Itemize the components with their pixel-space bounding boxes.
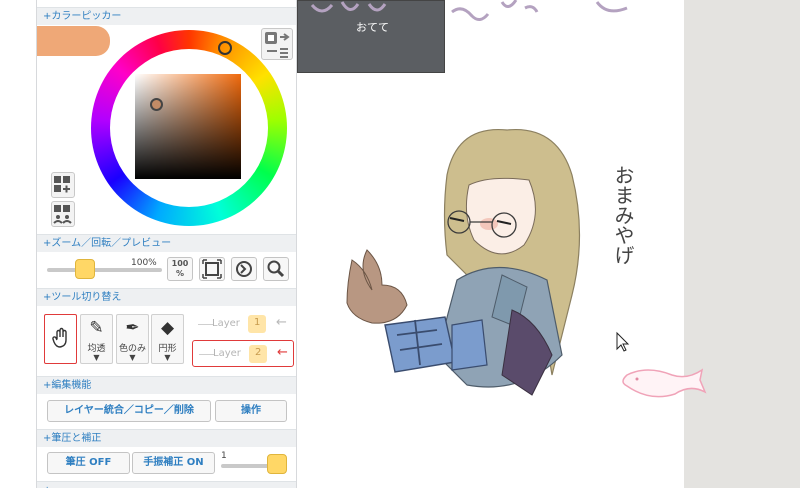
arrow-left-icon: ← [276, 315, 287, 330]
stabilizer-slider-thumb[interactable] [267, 454, 287, 474]
section-tool-switch[interactable]: +ツール切り替え [37, 288, 296, 306]
canvas-vertical-text: おまみやげ [606, 165, 635, 265]
tool-dropper[interactable]: ✒ 色のみ ▼ [116, 314, 149, 364]
layer-2-number: 2 [255, 347, 262, 358]
canvas-title: おまみやげ [611, 165, 635, 265]
fit-screen-icon [202, 259, 222, 279]
layer-1-label: Layer [212, 318, 240, 329]
operation-button[interactable]: 操作 [215, 400, 287, 422]
stabilizer-button[interactable]: 手振補正 ON [132, 452, 215, 474]
section-color-picker[interactable]: +カラーピッカー [37, 7, 296, 25]
chevron-down-icon: ▼ [93, 353, 100, 362]
tool-eraser[interactable]: ◆ 円形 ▼ [151, 314, 184, 364]
magnify-button[interactable] [263, 257, 289, 281]
left-gutter [0, 0, 36, 488]
zoom-slider-thumb[interactable] [75, 259, 95, 279]
section-edit[interactable]: +編集機能 [37, 376, 296, 394]
section-pen[interactable]: +筆圧と補正 [37, 429, 296, 447]
canvas-artwork [310, 0, 707, 398]
section-next[interactable]: + [37, 481, 296, 488]
stabilizer-value: 1 [221, 451, 227, 461]
current-color-swatch[interactable] [37, 26, 110, 56]
layer-row-1[interactable]: Layer 1 ← [192, 311, 294, 338]
eraser-icon: ◆ [160, 318, 175, 338]
layer-dash [198, 324, 213, 325]
zoom-100-label: 100 % [171, 259, 189, 278]
dropper-icon: ✒ [125, 318, 140, 338]
rotate-reset-button[interactable] [231, 257, 257, 281]
grid-users-icon [53, 205, 72, 224]
layer-row-2[interactable]: Layer 2 ← [192, 340, 294, 367]
saturation-value-box[interactable] [135, 74, 241, 179]
layer-1-number: 1 [254, 317, 261, 328]
swap-icon [265, 32, 290, 58]
section-zoom[interactable]: +ズーム／回転／プレビュー [37, 234, 296, 252]
palette-users-button[interactable] [51, 201, 75, 227]
tool-hand[interactable] [44, 314, 77, 364]
zoom-percent: 100% [131, 258, 157, 268]
layer-2-label: Layer [213, 348, 241, 359]
arrow-left-icon: ← [277, 345, 288, 360]
add-palette-button[interactable] [51, 172, 75, 198]
zoom-100-button[interactable]: 100 % [167, 257, 193, 281]
rotate-icon [236, 261, 252, 277]
zoom-slider-track[interactable] [47, 268, 162, 272]
fit-screen-button[interactable] [199, 257, 225, 281]
chevron-down-icon: ▼ [164, 353, 171, 362]
chevron-down-icon: ▼ [129, 353, 136, 362]
pressure-button[interactable]: 筆圧 OFF [47, 452, 130, 474]
magnifier-icon [267, 260, 285, 278]
layer-merge-button[interactable]: レイヤー統合／コピー／削除 [47, 400, 211, 422]
sv-knob[interactable] [150, 98, 163, 111]
tool-panel: +カラーピッカー +ズーム／回転／プレビュー 100% 100 % +ツール切り… [36, 0, 297, 488]
hue-knob[interactable] [218, 41, 232, 55]
swap-colors-button[interactable] [261, 28, 293, 60]
grid-add-icon [54, 176, 70, 193]
tool-pen[interactable]: ✎ 均透 ▼ [80, 314, 113, 364]
layer-dash [199, 354, 214, 355]
pen-icon: ✎ [89, 318, 104, 338]
hand-icon [51, 327, 67, 348]
